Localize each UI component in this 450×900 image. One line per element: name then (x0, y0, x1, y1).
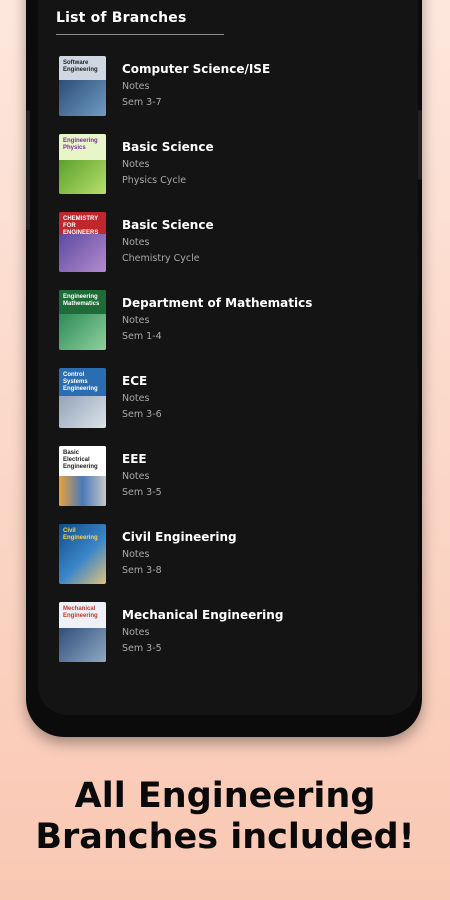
branch-detail: Sem 3-7 (122, 97, 162, 108)
branch-name: EEE (122, 452, 147, 466)
branch-name: ECE (122, 374, 148, 388)
branch-detail: Sem 1-4 (122, 331, 162, 342)
section-title: List of Branches (56, 10, 187, 26)
branch-detail: Chemistry Cycle (122, 253, 200, 264)
branch-type: Notes (122, 627, 150, 638)
branch-name: Mechanical Engineering (122, 608, 284, 622)
branch-detail: Physics Cycle (122, 175, 187, 186)
caption-line-1: All Engineering (74, 776, 376, 816)
branch-detail: Sem 3-8 (122, 565, 162, 576)
book-cover-thumbnail: Software Engineering (59, 56, 106, 116)
branch-name: Civil Engineering (122, 530, 237, 544)
book-cover-thumbnail: Engineering Physics (59, 134, 106, 194)
branch-item-basic-science-physics[interactable]: Engineering Physics Basic Science Notes … (59, 134, 389, 196)
branch-item-ece[interactable]: Control Systems Engineering ECE Notes Se… (59, 368, 389, 430)
branch-type: Notes (122, 549, 150, 560)
branch-name: Basic Science (122, 218, 214, 232)
branch-name: Department of Mathematics (122, 296, 313, 310)
branch-type: Notes (122, 315, 150, 326)
branch-type: Notes (122, 471, 150, 482)
section-underline (56, 34, 224, 35)
branch-type: Notes (122, 81, 150, 92)
branch-type: Notes (122, 393, 150, 404)
branch-type: Notes (122, 159, 150, 170)
phone-volume-button (26, 110, 30, 230)
branch-detail: Sem 3-6 (122, 409, 162, 420)
book-cover-thumbnail: Mechanical Engineering (59, 602, 106, 662)
book-cover-thumbnail: Basic Electrical Engineering (59, 446, 106, 506)
branch-name: Computer Science/ISE (122, 62, 271, 76)
branch-item-mathematics[interactable]: Engineering Mathematics Department of Ma… (59, 290, 389, 352)
book-cover-thumbnail: CHEMISTRY FOR ENGINEERS (59, 212, 106, 272)
branch-name: Basic Science (122, 140, 214, 154)
phone-power-button (418, 110, 422, 180)
book-cover-thumbnail: Control Systems Engineering (59, 368, 106, 428)
branch-item-eee[interactable]: Basic Electrical Engineering EEE Notes S… (59, 446, 389, 508)
branch-item-mechanical-engineering[interactable]: Mechanical Engineering Mechanical Engine… (59, 602, 389, 664)
branch-item-computer-science[interactable]: Software Engineering Computer Science/IS… (59, 56, 389, 118)
book-cover-thumbnail: Engineering Mathematics (59, 290, 106, 350)
book-cover-thumbnail: Civil Engineering (59, 524, 106, 584)
branch-item-basic-science-chemistry[interactable]: CHEMISTRY FOR ENGINEERS Basic Science No… (59, 212, 389, 274)
branch-detail: Sem 3-5 (122, 643, 162, 654)
branch-item-civil-engineering[interactable]: Civil Engineering Civil Engineering Note… (59, 524, 389, 586)
branch-detail: Sem 3-5 (122, 487, 162, 498)
branch-type: Notes (122, 237, 150, 248)
caption-line-2: Branches included! (35, 817, 415, 857)
